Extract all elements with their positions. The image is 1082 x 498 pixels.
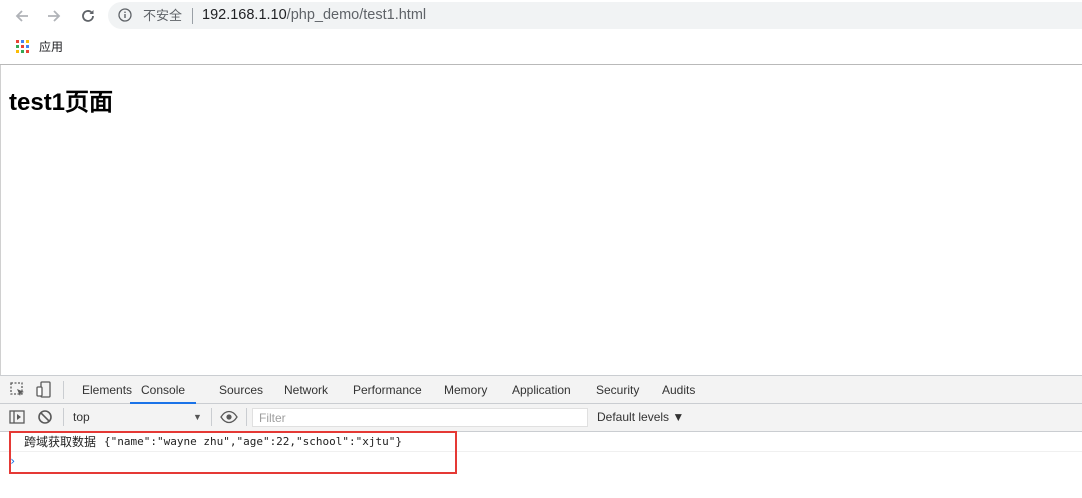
tab-performance[interactable]: Performance: [352, 376, 423, 403]
tab-elements[interactable]: Elements: [81, 376, 133, 403]
divider: [211, 408, 212, 426]
url-text[interactable]: 192.168.1.10/php_demo/test1.html: [202, 7, 426, 24]
apps-grid-icon[interactable]: [16, 40, 30, 54]
divider: [63, 381, 64, 399]
divider: [63, 408, 64, 426]
reload-button[interactable]: [76, 4, 100, 28]
console-toolbar: top ▼ Default levels ▼: [0, 404, 1082, 432]
forward-button[interactable]: [42, 4, 66, 28]
eye-icon[interactable]: [220, 408, 238, 426]
tab-console[interactable]: Console: [130, 376, 197, 404]
context-select[interactable]: top ▼: [67, 408, 207, 427]
dropdown-arrow-icon: ▼: [193, 412, 202, 422]
inspect-element-icon[interactable]: [9, 381, 27, 399]
divider: [246, 408, 247, 426]
sidebar-toggle-icon[interactable]: [8, 408, 26, 426]
tab-memory[interactable]: Memory: [443, 376, 488, 403]
tab-sources[interactable]: Sources: [218, 376, 264, 403]
arrow-right-icon: [48, 10, 61, 22]
tab-application[interactable]: Application: [511, 376, 572, 403]
filter-field[interactable]: [252, 408, 588, 427]
device-toolbar-icon[interactable]: [35, 381, 53, 399]
devtools-tab-bar: Elements Console Sources Network Perform…: [0, 376, 1082, 404]
page-title: test1页面: [9, 89, 114, 116]
address-bar[interactable]: 不安全 192.168.1.10/php_demo/test1.html: [108, 2, 1082, 29]
bookmarks-bar: [0, 32, 1082, 65]
tab-audits[interactable]: Audits: [661, 376, 696, 403]
context-value: top: [73, 410, 90, 424]
browser-toolbar: 不安全 192.168.1.10/php_demo/test1.html: [0, 0, 1082, 32]
arrow-left-icon: [15, 10, 28, 22]
log-levels-dropdown[interactable]: Default levels ▼: [597, 408, 684, 427]
info-icon[interactable]: [118, 8, 132, 22]
back-button[interactable]: [10, 4, 34, 28]
annotation-highlight-box: [9, 431, 457, 474]
reload-icon: [82, 10, 94, 22]
clear-console-icon[interactable]: [36, 408, 54, 426]
apps-bookmark[interactable]: 应用: [39, 40, 63, 54]
tab-network[interactable]: Network: [283, 376, 329, 403]
tab-security[interactable]: Security: [595, 376, 640, 403]
divider: [192, 8, 193, 24]
security-label[interactable]: 不安全: [143, 8, 182, 23]
filter-input[interactable]: [253, 409, 585, 427]
url-path: /php_demo/test1.html: [286, 7, 427, 23]
url-host: 192.168.1.10: [202, 7, 287, 23]
